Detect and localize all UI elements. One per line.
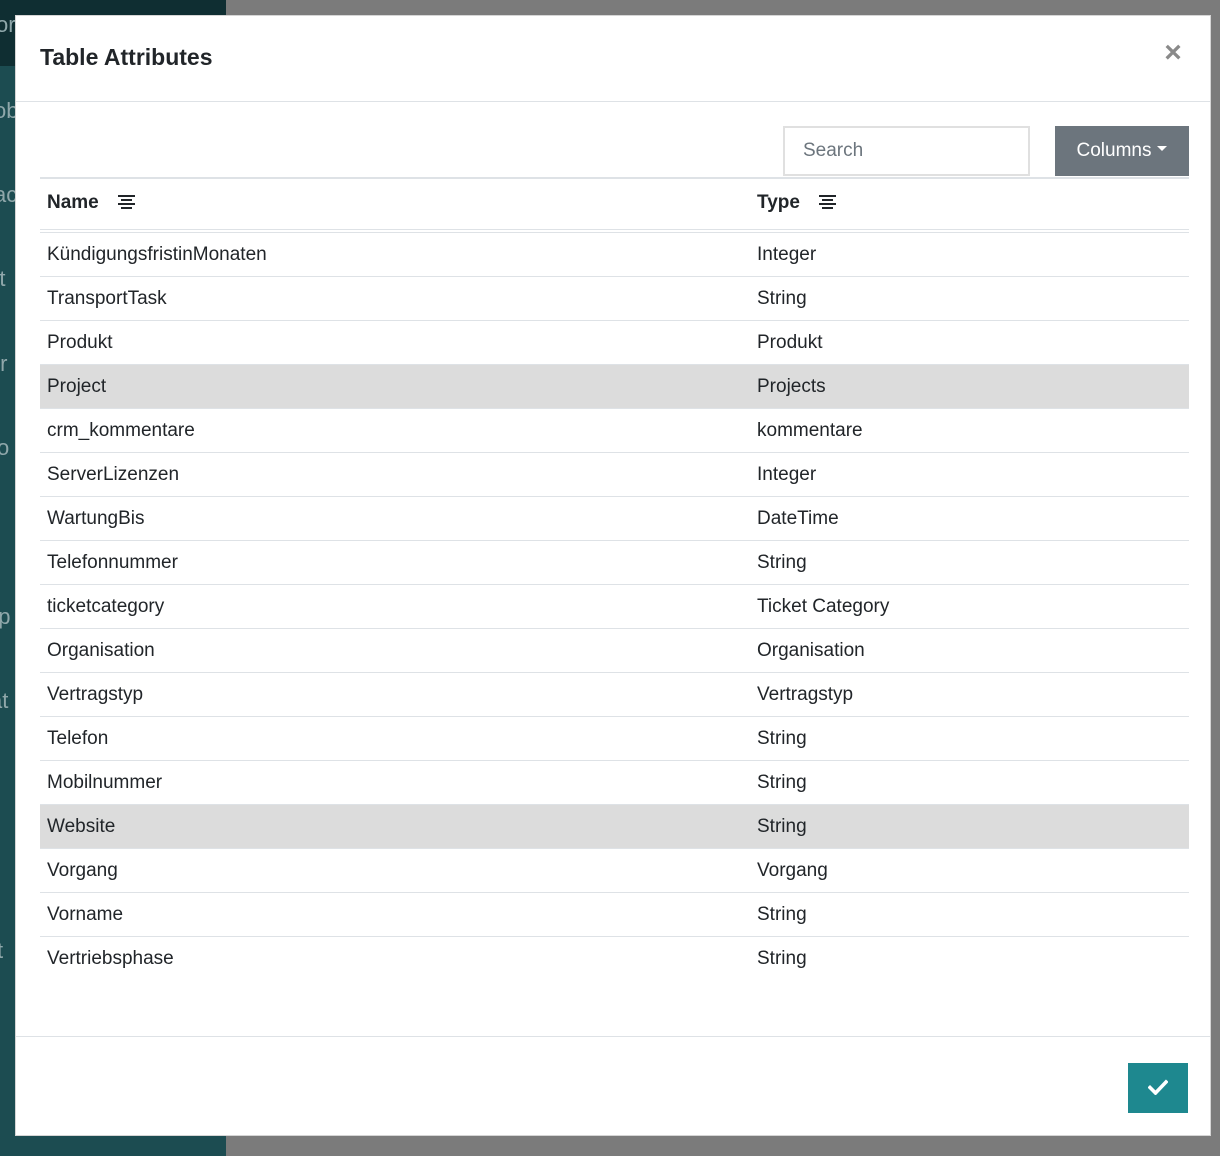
table-row[interactable]: Telefonnummer String (40, 540, 1189, 585)
attribute-type-cell: Organisation (750, 628, 1189, 673)
table-row[interactable]: TransportTask String (40, 276, 1189, 321)
attribute-name-cell: Project (40, 364, 750, 409)
column-header-type[interactable]: Type (750, 177, 1189, 233)
background-nav-text: tr (0, 351, 8, 376)
sort-icon[interactable] (819, 194, 837, 216)
attribute-name-cell: Vorgang (40, 848, 750, 893)
columns-button-label: Columns (1076, 140, 1152, 161)
attribute-name-cell: KündigungsfristinMonaten (40, 231, 750, 277)
check-icon (1147, 1078, 1169, 1098)
close-button[interactable]: × (1158, 38, 1188, 68)
table-row[interactable]: Vertragstyp Vertragstyp (40, 672, 1189, 717)
attribute-type-cell: String (757, 947, 807, 969)
column-header-label: Type (757, 192, 800, 213)
table-row[interactable]: Produkt Produkt (40, 320, 1189, 365)
background-nav-text: or (0, 12, 16, 37)
attribute-name-cell: Produkt (40, 320, 750, 365)
attribute-type-cell: String (750, 804, 1189, 849)
table-row[interactable]: Vertriebsphase String (40, 937, 1189, 981)
caret-down-icon (1157, 146, 1168, 151)
attribute-name-cell: WartungBis (40, 496, 750, 541)
table-row[interactable]: Vorname String (40, 892, 1189, 937)
attribute-type-cell: String (750, 276, 1189, 321)
modal-footer (16, 1036, 1210, 1136)
table-row[interactable]: Vorgang Vorgang (40, 848, 1189, 893)
table-attributes-modal: Table Attributes × Columns Name (15, 15, 1211, 1136)
table-row[interactable]: Project Projects (40, 364, 1189, 409)
attribute-type-cell: Produkt (750, 320, 1189, 365)
attribute-name-cell: Mobilnummer (40, 760, 750, 805)
search-input[interactable] (783, 126, 1030, 176)
table-header-row: Name Type (40, 177, 1189, 233)
modal-header: Table Attributes × (16, 16, 1210, 102)
attribute-type-cell: String (750, 716, 1189, 761)
background-nav-text: up (0, 604, 11, 629)
table-row[interactable]: ticketcategory Ticket Category (40, 584, 1189, 629)
attribute-type-cell: Ticket Category (750, 584, 1189, 629)
table-row[interactable]: Mobilnummer String (40, 760, 1189, 805)
attributes-table: Name Type KündigungsfristinMonaten Integ… (40, 177, 1189, 980)
attribute-type-cell: String (750, 540, 1189, 585)
background-nav-text: at (0, 688, 9, 713)
attribute-name-cell: crm_kommentare (40, 408, 750, 453)
background-nav-text: rt (0, 266, 6, 291)
attribute-name-cell: Vorname (40, 892, 750, 937)
attribute-type-cell: DateTime (750, 496, 1189, 541)
table-row[interactable]: Organisation Organisation (40, 628, 1189, 673)
attribute-name-cell: TransportTask (40, 276, 750, 321)
table-row[interactable]: KündigungsfristinMonaten Integer (40, 231, 1189, 277)
columns-dropdown-button[interactable]: Columns (1055, 126, 1189, 176)
background-nav-text: tio (0, 435, 10, 460)
table-toolbar: Columns (40, 126, 1189, 176)
attribute-name-cell: ServerLizenzen (40, 452, 750, 497)
table-row[interactable]: WartungBis DateTime (40, 496, 1189, 541)
attribute-type-cell: Vertragstyp (750, 672, 1189, 717)
attribute-name-cell: Telefon (40, 716, 750, 761)
attribute-type-cell: String (750, 760, 1189, 805)
attribute-name-cell: Website (40, 804, 750, 849)
attribute-type-cell: Integer (750, 452, 1189, 497)
attribute-name-cell: Vertriebsphase (47, 947, 174, 969)
table-row[interactable]: Telefon String (40, 716, 1189, 761)
attribute-type-cell: String (750, 892, 1189, 937)
table-row[interactable]: crm_kommentare kommentare (40, 408, 1189, 453)
attribute-name-cell: Organisation (40, 628, 750, 673)
table-row[interactable]: Website String (40, 804, 1189, 849)
table-row[interactable]: ServerLizenzen Integer (40, 452, 1189, 497)
column-header-name[interactable]: Name (40, 177, 750, 233)
attribute-name-cell: Vertragstyp (40, 672, 750, 717)
modal-title: Table Attributes (40, 44, 213, 70)
attribute-type-cell: Projects (750, 364, 1189, 409)
sort-icon[interactable] (118, 194, 136, 216)
attribute-name-cell: ticketcategory (40, 584, 750, 629)
attribute-name-cell: Telefonnummer (40, 540, 750, 585)
attribute-type-cell: Vorgang (750, 848, 1189, 893)
attribute-type-cell: Integer (750, 231, 1189, 277)
confirm-button[interactable] (1128, 1063, 1188, 1113)
column-header-label: Name (47, 192, 99, 213)
attribute-type-cell: kommentare (750, 408, 1189, 453)
background-nav-text: tit (0, 938, 4, 963)
